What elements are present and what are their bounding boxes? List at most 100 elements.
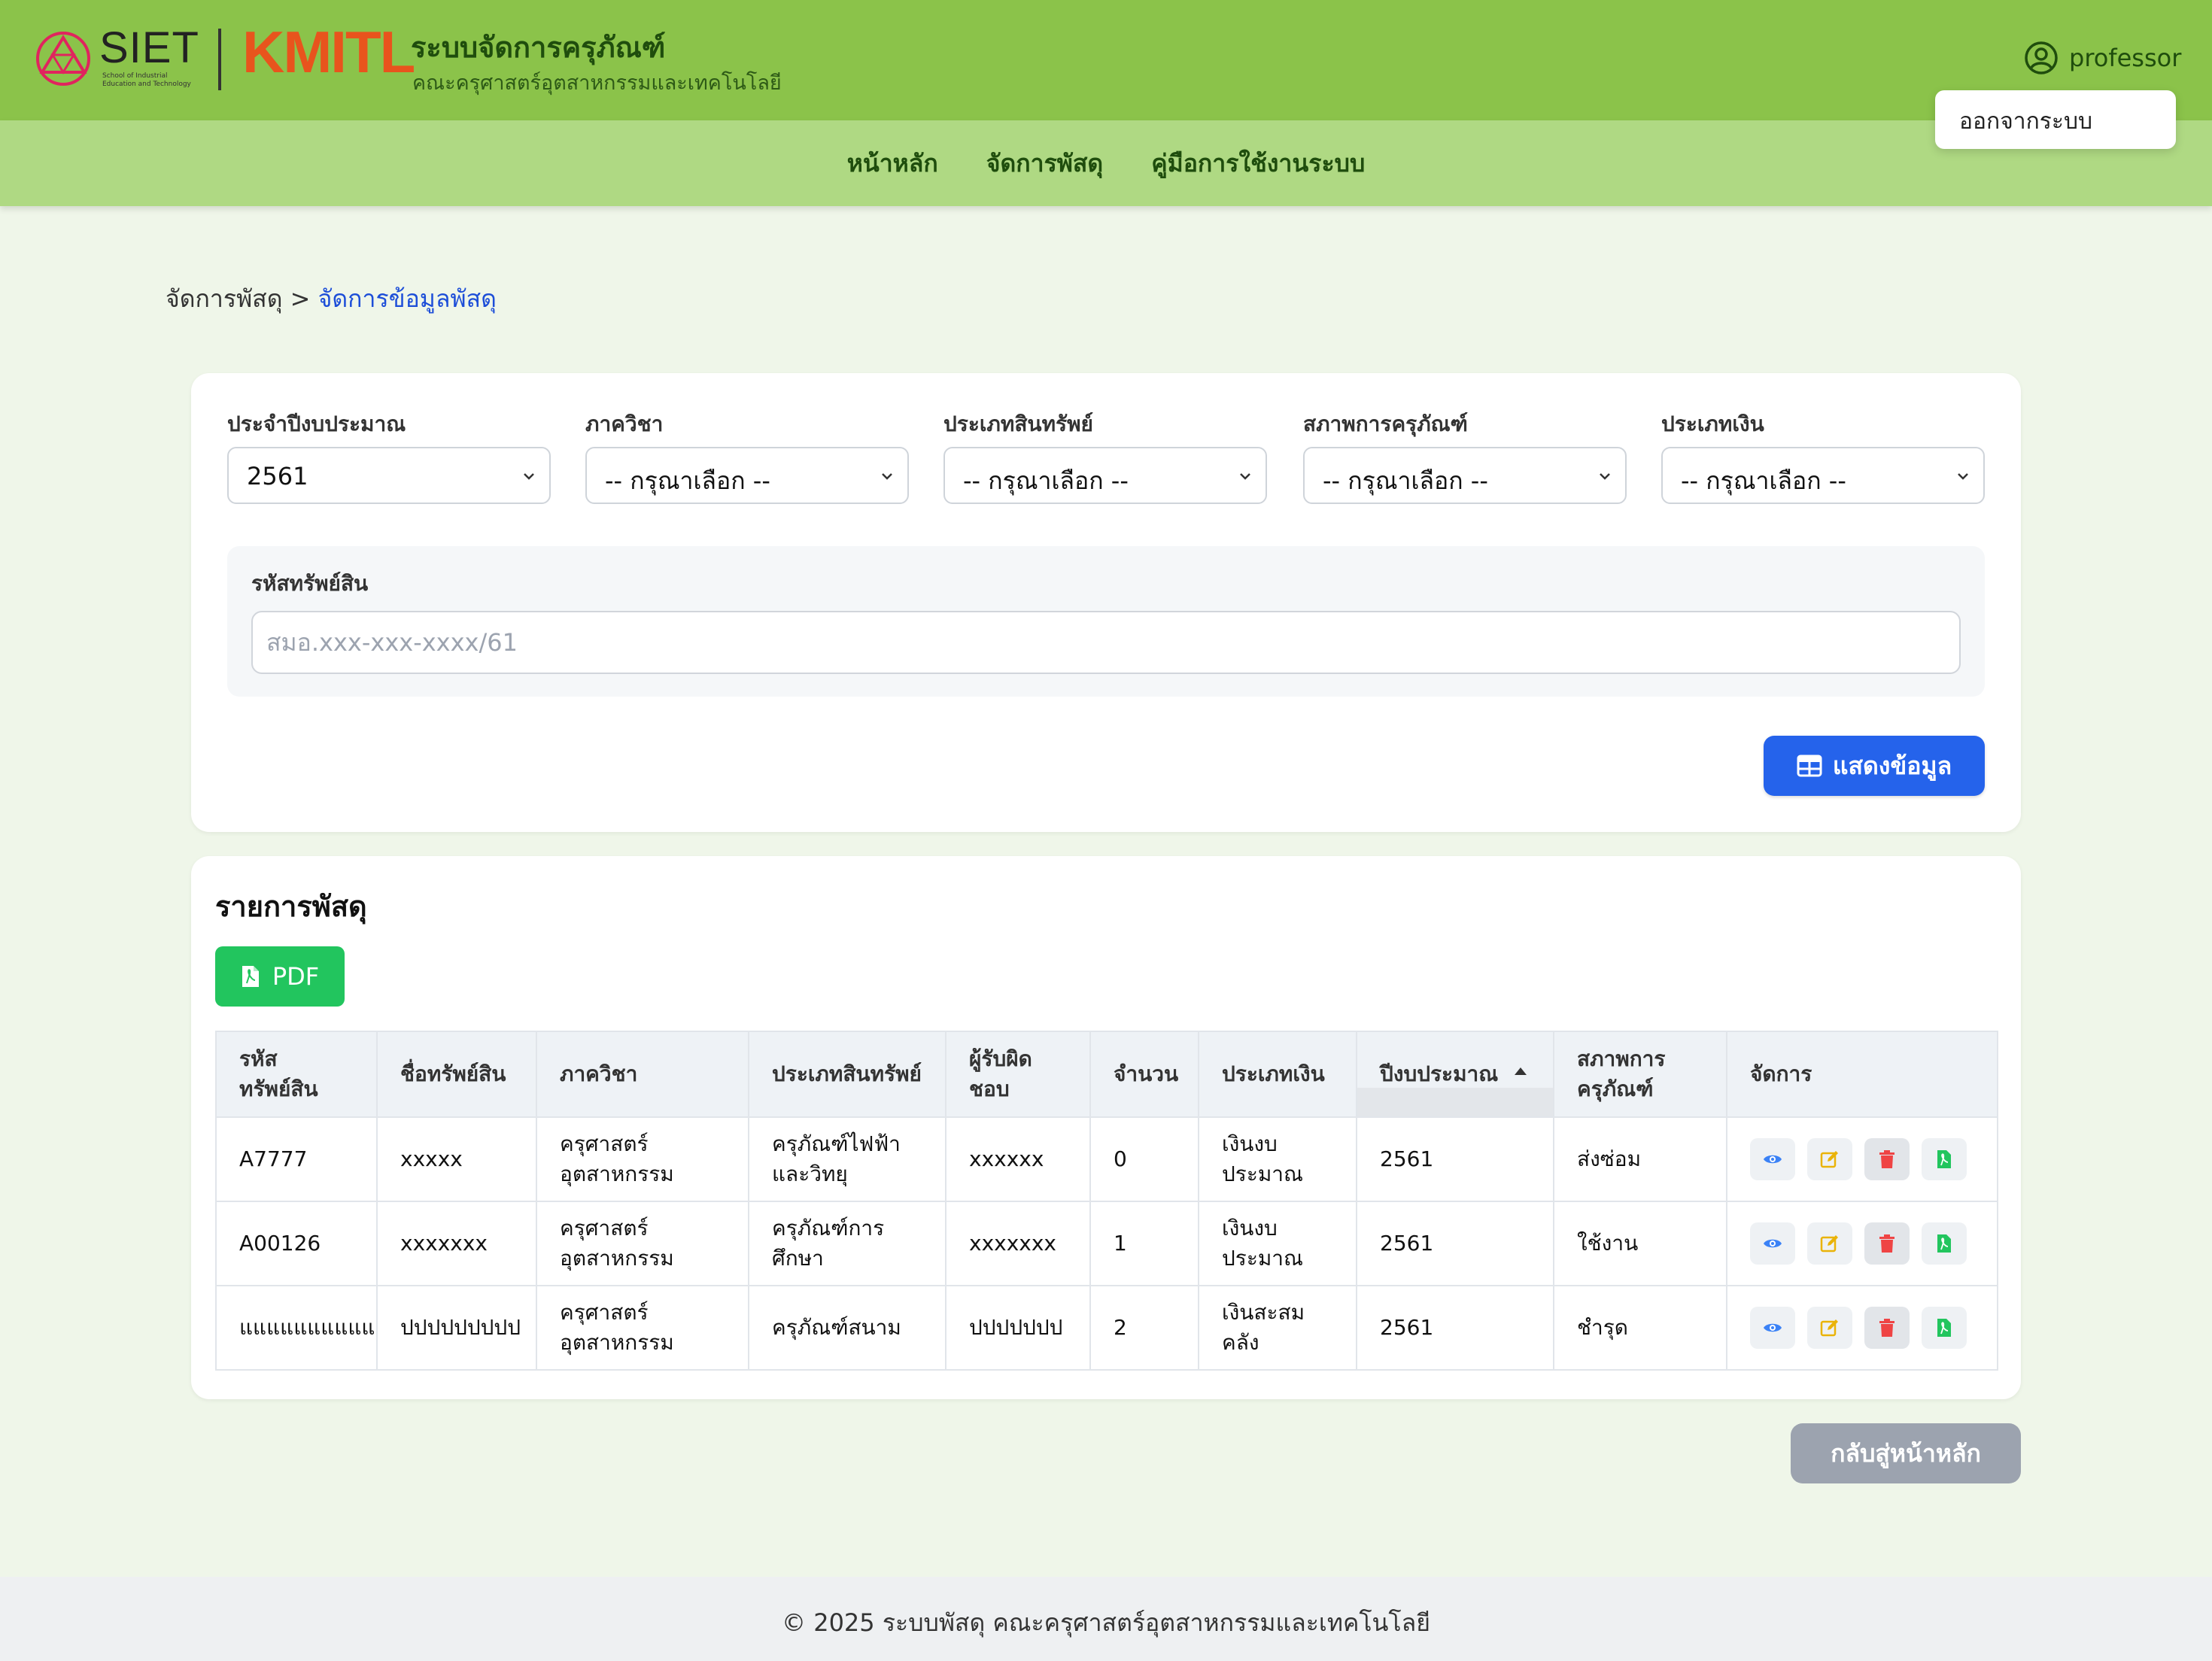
table-header-row: รหัส ทรัพย์สิน ชื่อทรัพย์สิน ภาควิชา ประ… bbox=[215, 1031, 1998, 1118]
breadcrumb-parent[interactable]: จัดการพัสดุ bbox=[166, 284, 282, 313]
cell-responsible: ปปปปปปป bbox=[945, 1285, 1091, 1371]
user-name: professor bbox=[2069, 44, 2182, 72]
user-menu-toggle[interactable]: professor bbox=[2024, 39, 2181, 77]
asset-type-select[interactable]: -- กรุณาเลือก -- bbox=[943, 447, 1267, 504]
view-button[interactable] bbox=[1750, 1138, 1795, 1180]
cell-department: ครุศาสตร์ อุตสาหกรรม bbox=[536, 1285, 749, 1371]
filter-label: ประจำปีงบประมาณ bbox=[227, 411, 406, 436]
column-header-sorted[interactable]: ปีงบประมาณ bbox=[1356, 1031, 1554, 1118]
cell-fund-type: เงินสะสม คลัง bbox=[1198, 1285, 1357, 1371]
cell-fund-type: เงินงบ ประมาณ bbox=[1198, 1116, 1357, 1202]
cell-actions bbox=[1726, 1201, 1998, 1286]
section-title: รายการพัสดุ bbox=[215, 890, 367, 923]
cell-asset-type: ครุภัณฑ์การ ศึกษา bbox=[748, 1201, 946, 1286]
column-header[interactable]: รหัส ทรัพย์สิน bbox=[215, 1031, 378, 1118]
select-value: 2561 bbox=[247, 462, 308, 490]
filter-card: ประจำปีงบประมาณ 2561 ภาควิชา -- กรุณาเลื… bbox=[191, 373, 2021, 832]
cell-asset-name: ปปปปปปปปป bbox=[376, 1285, 537, 1371]
export-pdf-button[interactable]: PDF bbox=[215, 946, 345, 1007]
view-button[interactable] bbox=[1750, 1222, 1795, 1265]
cell-responsible: xxxxxx bbox=[945, 1116, 1091, 1202]
cell-condition: ใช้งาน bbox=[1553, 1201, 1727, 1286]
cell-quantity: 0 bbox=[1089, 1116, 1199, 1202]
siet-logo-mark bbox=[36, 32, 90, 86]
table-icon bbox=[1797, 755, 1822, 777]
logout-menu-item[interactable]: ออกจากระบบ bbox=[1959, 104, 2092, 139]
breadcrumb-separator: > bbox=[290, 284, 311, 313]
cell-actions bbox=[1726, 1285, 1998, 1371]
trash-icon bbox=[1879, 1150, 1894, 1168]
column-header[interactable]: ผู้รับผิด ชอบ bbox=[945, 1031, 1091, 1118]
file-pdf-icon bbox=[1937, 1150, 1951, 1168]
filter-label: ภาควิชา bbox=[585, 411, 664, 436]
file-pdf-icon bbox=[1937, 1234, 1951, 1253]
select-value: -- กรุณาเลือก -- bbox=[605, 466, 770, 495]
eye-icon bbox=[1764, 1155, 1782, 1164]
table-row: A00126 xxxxxxx ครุศาสตร์ อุตสาหกรรม ครุภ… bbox=[215, 1201, 1998, 1286]
cell-asset-code: A00126 bbox=[215, 1201, 378, 1286]
breadcrumb: จัดการพัสดุ > จัดการข้อมูลพัสดุ bbox=[166, 280, 497, 318]
main-navbar: หน้าหลัก จัดการพัสดุ คู่มือการใช้งานระบบ bbox=[0, 120, 2212, 206]
department-select[interactable]: -- กรุณาเลือก -- bbox=[585, 447, 909, 504]
column-header[interactable]: ชื่อทรัพย์สิน bbox=[376, 1031, 537, 1118]
cell-asset-code: แแแแแแแแแแ bbox=[215, 1285, 378, 1371]
edit-icon bbox=[1820, 1151, 1838, 1168]
table-row: แแแแแแแแแแ ปปปปปปปปป ครุศาสตร์ อุตสาหกรร… bbox=[215, 1285, 1998, 1371]
filter-condition: สภาพการครุภัณฑ์ -- กรุณาเลือก -- bbox=[1303, 408, 1627, 504]
asset-code-section: รหัสทรัพย์สิน bbox=[227, 546, 1985, 697]
column-header[interactable]: ภาควิชา bbox=[536, 1031, 749, 1118]
siet-logo: SIET School of Industrial Education and … bbox=[35, 23, 200, 92]
app-subtitle: คณะครุศาสตร์อุตสาหกรรมและเทคโนโลยี bbox=[412, 71, 782, 95]
breadcrumb-current: จัดการข้อมูลพัสดุ bbox=[318, 284, 497, 313]
eye-icon bbox=[1764, 1239, 1782, 1248]
nav-home[interactable]: หน้าหลัก bbox=[847, 144, 938, 183]
cell-asset-name: xxxxx bbox=[376, 1116, 537, 1202]
chevron-down-icon bbox=[1600, 473, 1610, 480]
column-header[interactable]: สภาพการ ครุภัณฑ์ bbox=[1553, 1031, 1727, 1118]
column-header[interactable]: จำนวน bbox=[1089, 1031, 1199, 1118]
back-to-home-button[interactable]: กลับสู่หน้าหลัก bbox=[1791, 1423, 2021, 1483]
footer-text: © 2025 ระบบพัสดุ คณะครุศาสตร์อุตสาหกรรมแ… bbox=[782, 1608, 1430, 1637]
column-header: จัดการ bbox=[1726, 1031, 1998, 1118]
pdf-label: PDF bbox=[272, 962, 320, 991]
export-row-pdf-button[interactable] bbox=[1922, 1222, 1967, 1265]
edit-button[interactable] bbox=[1807, 1138, 1852, 1180]
column-header[interactable]: ประเภทเงิน bbox=[1198, 1031, 1357, 1118]
chevron-down-icon bbox=[882, 473, 892, 480]
export-row-pdf-button[interactable] bbox=[1922, 1307, 1967, 1349]
app-title: ระบบจัดการครุภัณฑ์ bbox=[411, 31, 666, 64]
eye-icon bbox=[1764, 1323, 1782, 1332]
sort-indicator-strip bbox=[1357, 1088, 1553, 1116]
edit-icon bbox=[1820, 1235, 1838, 1253]
cell-condition: ชำรุด bbox=[1553, 1285, 1727, 1371]
cell-department: ครุศาสตร์ อุตสาหกรรม bbox=[536, 1201, 749, 1286]
filter-asset-type: ประเภทสินทรัพย์ -- กรุณาเลือก -- bbox=[943, 408, 1267, 504]
select-value: -- กรุณาเลือก -- bbox=[1681, 466, 1846, 495]
file-pdf-icon bbox=[242, 966, 259, 987]
edit-button[interactable] bbox=[1807, 1222, 1852, 1265]
delete-button[interactable] bbox=[1864, 1222, 1910, 1265]
edit-button[interactable] bbox=[1807, 1307, 1852, 1349]
filter-label: ประเภทเงิน bbox=[1661, 411, 1764, 436]
cell-quantity: 1 bbox=[1089, 1201, 1199, 1286]
filter-fiscal-year: ประจำปีงบประมาณ 2561 bbox=[227, 408, 551, 504]
logo-divider bbox=[218, 29, 221, 90]
cell-condition: ส่งซ่อม bbox=[1553, 1116, 1727, 1202]
filter-label: สภาพการครุภัณฑ์ bbox=[1303, 411, 1468, 436]
chevron-down-icon bbox=[524, 473, 534, 480]
nav-manage-supplies[interactable]: จัดการพัสดุ bbox=[986, 144, 1103, 183]
view-button[interactable] bbox=[1750, 1307, 1795, 1349]
cell-fiscal-year: 2561 bbox=[1356, 1201, 1554, 1286]
nav-user-manual[interactable]: คู่มือการใช้งานระบบ bbox=[1151, 144, 1365, 183]
column-header[interactable]: ประเภทสินทรัพย์ bbox=[748, 1031, 946, 1118]
condition-select[interactable]: -- กรุณาเลือก -- bbox=[1303, 447, 1627, 504]
fund-type-select[interactable]: -- กรุณาเลือก -- bbox=[1661, 447, 1985, 504]
export-row-pdf-button[interactable] bbox=[1922, 1138, 1967, 1180]
delete-button[interactable] bbox=[1864, 1307, 1910, 1349]
select-value: -- กรุณาเลือก -- bbox=[1323, 466, 1488, 495]
asset-code-input[interactable] bbox=[251, 611, 1961, 674]
show-data-button[interactable]: แสดงข้อมูล bbox=[1764, 736, 1985, 796]
cell-asset-name: xxxxxxx bbox=[376, 1201, 537, 1286]
fiscal-year-select[interactable]: 2561 bbox=[227, 447, 551, 504]
delete-button[interactable] bbox=[1864, 1138, 1910, 1180]
